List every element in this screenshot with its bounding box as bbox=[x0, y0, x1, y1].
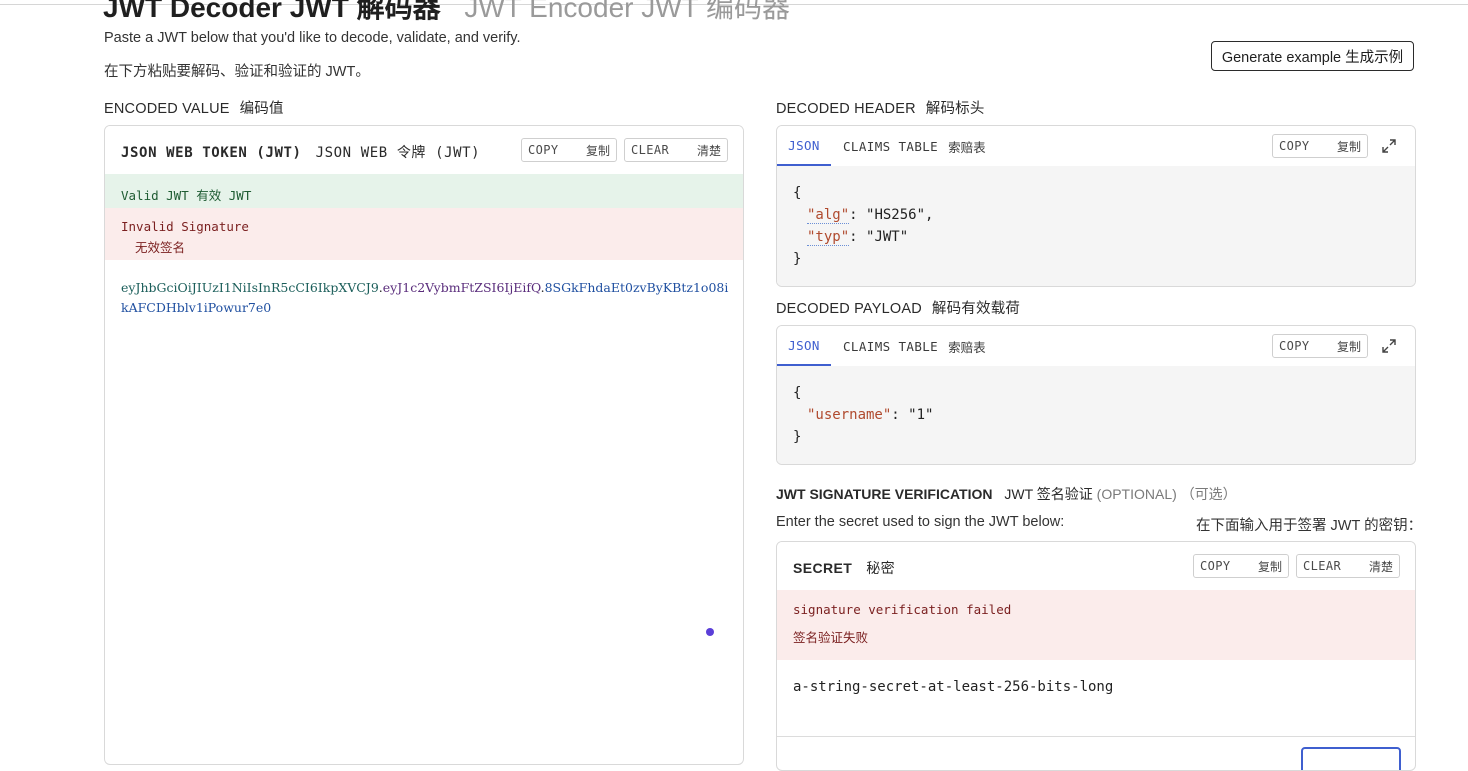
encoding-format-select[interactable] bbox=[1301, 747, 1401, 770]
decoded-payload-label: DECODED PAYLOAD 解码有效载荷 bbox=[776, 297, 1020, 318]
jwt-panel-title: JSON WEB TOKEN (JWT) JSON WEB 令牌 (JWT) bbox=[121, 142, 480, 162]
secret-instruction-en: Enter the secret used to sign the JWT be… bbox=[776, 514, 1065, 530]
copy-label: COPY bbox=[1279, 339, 1310, 353]
clear-label: CLEAR bbox=[1303, 559, 1342, 573]
encoded-panel-header: JSON WEB TOKEN (JWT) JSON WEB 令牌 (JWT) CO… bbox=[105, 126, 743, 175]
tab-payload-claims-label: CLAIMS TABLE bbox=[843, 338, 939, 354]
secret-panel-title: SECRET 秘密 bbox=[793, 558, 895, 578]
decoded-payload-label-cn: 解码有效载荷 bbox=[931, 301, 1021, 317]
jwt-title-en: JSON WEB TOKEN (JWT) bbox=[121, 145, 302, 161]
payload-json-content: { "username": "1" } bbox=[793, 382, 933, 448]
decoded-payload-json: { "username": "1" } bbox=[777, 366, 1415, 464]
secret-input[interactable]: a-string-secret-at-least-256-bits-long bbox=[793, 679, 1113, 695]
secret-divider bbox=[777, 736, 1415, 737]
decoded-header-label-en: DECODED HEADER bbox=[776, 101, 916, 117]
cursor-dot bbox=[706, 628, 714, 636]
encoded-label-cn: 编码值 bbox=[239, 101, 284, 117]
generate-example-button[interactable]: Generate example 生成示例 bbox=[1211, 41, 1414, 71]
clear-label-cn: 清楚 bbox=[696, 143, 721, 158]
json-open-brace: { bbox=[793, 185, 802, 201]
json-close-brace: } bbox=[793, 251, 802, 267]
copy-label: COPY bbox=[1200, 559, 1231, 573]
tab-payload-json-label: JSON bbox=[788, 337, 820, 353]
tab-payload-claims-table[interactable]: CLAIMS TABLE 索赔表 bbox=[843, 326, 986, 366]
verification-failed-text: signature verification failed bbox=[793, 602, 1012, 617]
signature-label-cn: JWT 签名验证 bbox=[1004, 486, 1093, 502]
copy-label-cn: 复制 bbox=[1257, 559, 1282, 574]
json-close-brace: } bbox=[793, 429, 802, 445]
decoded-header-label: DECODED HEADER 解码标头 bbox=[776, 97, 985, 118]
json-key-typ: "typ" bbox=[807, 229, 850, 246]
valid-jwt-text: Valid JWT 有效 JWT bbox=[121, 188, 252, 203]
intro-text-en: Paste a JWT below that you'd like to dec… bbox=[104, 30, 521, 46]
secret-panel-header: SECRET 秘密 COPY 复制 CLEAR 清楚 bbox=[777, 542, 1415, 591]
encoded-panel: JSON WEB TOKEN (JWT) JSON WEB 令牌 (JWT) CO… bbox=[104, 125, 744, 765]
copy-label: COPY bbox=[528, 143, 559, 157]
json-open-brace: { bbox=[793, 385, 802, 401]
invalid-signature-text: Invalid Signature bbox=[121, 219, 249, 234]
secret-title-cn: 秘密 bbox=[866, 560, 895, 576]
tab-header-json-label: JSON bbox=[788, 137, 820, 153]
clear-label: CLEAR bbox=[631, 143, 670, 157]
clear-secret-button[interactable]: CLEAR 清楚 bbox=[1296, 554, 1400, 578]
tab-payload-json[interactable]: JSON bbox=[777, 326, 831, 366]
tab-header-claims-label: CLAIMS TABLE bbox=[843, 138, 939, 154]
decoder-title: JWT Decoder JWT 解码器 bbox=[103, 0, 441, 23]
signature-label-en: JWT SIGNATURE VERIFICATION bbox=[776, 486, 993, 502]
encoded-value-label: ENCODED VALUE 编码值 bbox=[104, 97, 284, 118]
copy-token-button[interactable]: COPY 复制 bbox=[521, 138, 617, 162]
valid-jwt-banner: Valid JWT 有效 JWT bbox=[105, 174, 743, 208]
verification-failed-text-cn: 签名验证失败 bbox=[793, 631, 869, 645]
intro-text-cn: 在下方粘贴要解码、验证和验证的 JWT。 bbox=[104, 64, 370, 80]
header-json-content: { "alg": "HS256", "typ": "JWT" } bbox=[793, 182, 933, 270]
copy-secret-button[interactable]: COPY 复制 bbox=[1193, 554, 1289, 578]
page-title: JWT Decoder JWT 解码器 JWT Encoder JWT 编码器 bbox=[103, 0, 790, 26]
json-key-alg: "alg" bbox=[807, 207, 850, 224]
copy-header-button[interactable]: COPY 复制 bbox=[1272, 134, 1368, 158]
copy-label: COPY bbox=[1279, 139, 1310, 153]
invalid-signature-banner: Invalid Signature 无效签名 bbox=[105, 208, 743, 260]
decoded-payload-tabs: JSON CLAIMS TABLE 索赔表 COPY 复制 bbox=[777, 326, 1415, 367]
secret-title-en: SECRET bbox=[793, 560, 853, 576]
decoded-header-panel: JSON CLAIMS TABLE 索赔表 COPY 复制 { "alg": "HS… bbox=[776, 125, 1416, 287]
json-value-typ: "JWT" bbox=[866, 229, 909, 245]
json-value-username: "1" bbox=[908, 407, 934, 423]
decoded-payload-label-en: DECODED PAYLOAD bbox=[776, 301, 922, 317]
signature-verification-label: JWT SIGNATURE VERIFICATION JWT 签名验证 (OPT… bbox=[776, 484, 1237, 504]
json-key-username: "username" bbox=[807, 407, 892, 423]
secret-instruction-cn: 在下面输入用于签署 JWT 的密钥： bbox=[1196, 518, 1423, 534]
copy-label-cn: 复制 bbox=[1336, 339, 1361, 354]
tab-header-claims-table[interactable]: CLAIMS TABLE 索赔表 bbox=[843, 126, 986, 166]
clear-token-button[interactable]: CLEAR 清楚 bbox=[624, 138, 728, 162]
copy-payload-button[interactable]: COPY 复制 bbox=[1272, 334, 1368, 358]
invalid-signature-text-cn: 无效签名 bbox=[135, 241, 186, 255]
expand-icon[interactable] bbox=[1381, 338, 1397, 354]
secret-panel: SECRET 秘密 COPY 复制 CLEAR 清楚 signature verifi… bbox=[776, 541, 1416, 771]
clear-label-cn: 清楚 bbox=[1368, 559, 1393, 574]
copy-label-cn: 复制 bbox=[585, 143, 610, 158]
tab-payload-claims-label-cn: 索赔表 bbox=[948, 340, 986, 355]
tab-header-json[interactable]: JSON bbox=[777, 126, 831, 166]
expand-icon[interactable] bbox=[1381, 138, 1397, 154]
json-value-alg: "HS256", bbox=[866, 207, 934, 223]
encoder-title-link[interactable]: JWT Encoder JWT 编码器 bbox=[464, 0, 790, 23]
jwt-title-cn: JSON WEB 令牌 (JWT) bbox=[315, 145, 481, 161]
tab-header-claims-label-cn: 索赔表 bbox=[948, 140, 986, 155]
encoded-label-en: ENCODED VALUE bbox=[104, 101, 230, 117]
decoded-header-tabs: JSON CLAIMS TABLE 索赔表 COPY 复制 bbox=[777, 126, 1415, 167]
decoded-payload-panel: JSON CLAIMS TABLE 索赔表 COPY 复制 { "username"… bbox=[776, 325, 1416, 465]
decoded-header-json: { "alg": "HS256", "typ": "JWT" } bbox=[777, 166, 1415, 286]
optional-label: (OPTIONAL) bbox=[1096, 486, 1177, 502]
optional-label-cn: （可选） bbox=[1180, 486, 1237, 502]
decoded-header-label-cn: 解码标头 bbox=[925, 101, 985, 117]
copy-label-cn: 复制 bbox=[1336, 139, 1361, 154]
token-payload-part: eyJ1c2VybmFtZSI6IjEifQ bbox=[382, 280, 541, 295]
token-textarea[interactable]: eyJhbGciOiJIUzI1NiIsInR5cCI6IkpXVCJ9.eyJ… bbox=[121, 278, 731, 318]
token-header-part: eyJhbGciOiJIUzI1NiIsInR5cCI6IkpXVCJ9 bbox=[121, 280, 379, 295]
verification-failed-banner: signature verification failed 签名验证失败 bbox=[777, 590, 1415, 660]
